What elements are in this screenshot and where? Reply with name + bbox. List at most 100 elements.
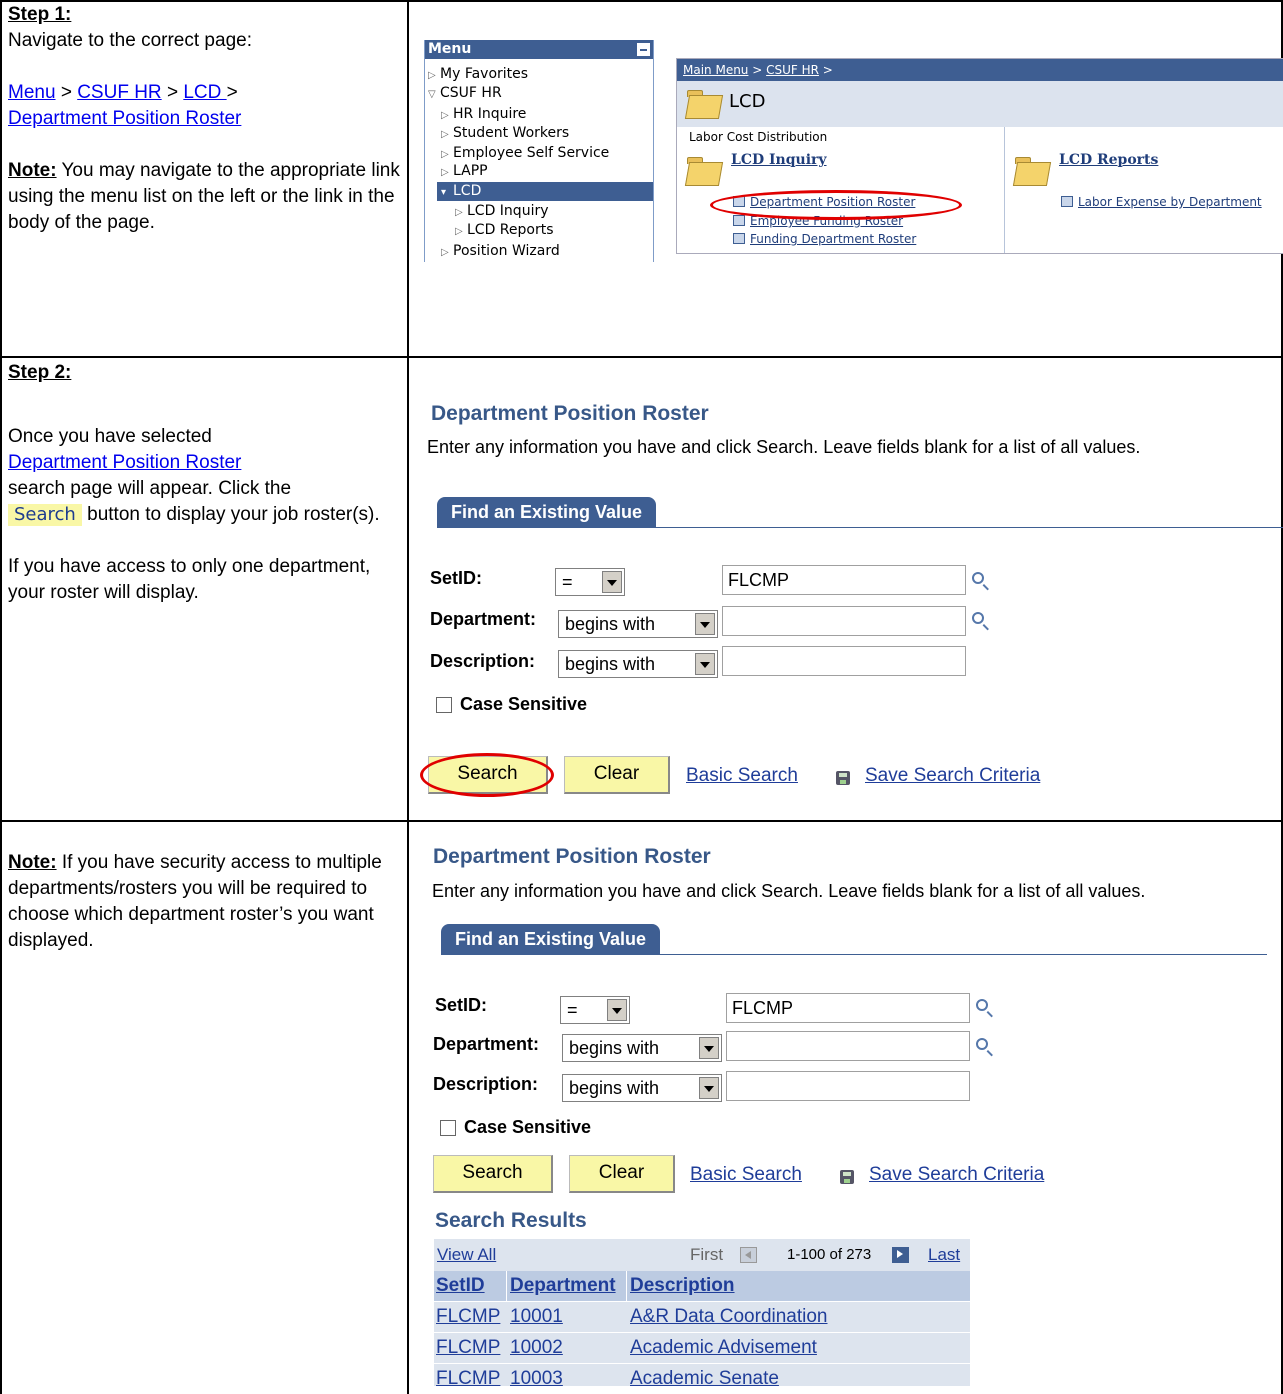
column-header-setid[interactable]: SetID	[436, 1271, 485, 1301]
breadcrumb-csuf-hr[interactable]: CSUF HR	[766, 63, 819, 77]
chevron-down-icon	[695, 613, 715, 635]
menu-item-employee-self-service[interactable]: ▷ Employee Self Service	[441, 144, 609, 163]
save-search-criteria-link[interactable]: Save Search Criteria	[865, 765, 1040, 787]
table-row[interactable]: FLCMP 10001 A&R Data Coordination	[434, 1302, 970, 1333]
save-search-criteria-link[interactable]: Save Search Criteria	[869, 1164, 1044, 1186]
setid-input[interactable]: FLCMP	[726, 993, 970, 1023]
lookup-icon[interactable]	[972, 572, 984, 584]
nav-link-department-position-roster[interactable]: Department Position Roster	[8, 108, 241, 129]
basic-search-link[interactable]: Basic Search	[686, 765, 798, 787]
menu-item-label: Employee Self Service	[453, 145, 610, 161]
menu-item-label: Student Workers	[453, 125, 570, 141]
menu-item-hr-inquire[interactable]: ▷ HR Inquire	[441, 105, 526, 124]
note-text: You may navigate to the appropriate link…	[8, 160, 400, 233]
table-row[interactable]: FLCMP 10002 Academic Advisement	[434, 1333, 970, 1364]
department-operator-select[interactable]: begins with	[558, 610, 718, 638]
cell-setid[interactable]: FLCMP	[436, 1302, 500, 1332]
clear-button[interactable]: Clear	[569, 1155, 675, 1193]
cell-description[interactable]: Academic Senate	[630, 1364, 779, 1386]
minimize-icon[interactable]	[637, 43, 650, 56]
triangle-right-icon: ▷	[428, 70, 436, 81]
description-label: Description:	[433, 1074, 539, 1094]
link-label: Labor Expense by Department	[1078, 195, 1262, 209]
step2-para2: If you have access to only one departmen…	[8, 556, 371, 603]
tab-underline	[441, 954, 1267, 955]
menu-item-position-wizard[interactable]: ▷ Position Wizard	[441, 242, 560, 261]
column-header-description[interactable]: Description	[630, 1271, 735, 1301]
menu-item-lcd-inquiry[interactable]: ▷ LCD Inquiry	[455, 202, 549, 221]
menu-item-csuf-hr[interactable]: ▽ CSUF HR	[428, 84, 502, 103]
tab-underline	[437, 527, 1283, 528]
setid-label: SetID:	[430, 568, 483, 588]
nav-link-csuf-hr[interactable]: CSUF HR	[77, 82, 161, 103]
inline-search-button-image: Search	[8, 504, 82, 526]
tab-find-existing-value[interactable]: Find an Existing Value	[437, 497, 657, 527]
menu-item-label: HR Inquire	[453, 106, 527, 122]
menu-item-my-favorites[interactable]: ▷ My Favorites	[428, 65, 528, 84]
menu-item-student-workers[interactable]: ▷ Student Workers	[441, 124, 569, 143]
link-labor-expense-by-department[interactable]: Labor Expense by Department	[1061, 195, 1262, 209]
column-header-department[interactable]: Department	[510, 1271, 616, 1301]
note-label: Note:	[8, 852, 57, 873]
menu-item-lcd-reports[interactable]: ▷ LCD Reports	[455, 221, 554, 240]
first-label: First	[690, 1245, 724, 1264]
case-sensitive-label: Case Sensitive	[464, 1117, 592, 1137]
table-row[interactable]: FLCMP 10003 Academic Senate	[434, 1364, 970, 1387]
triangle-down-icon: ▾	[441, 187, 447, 198]
nav-sep: >	[166, 82, 179, 103]
nav-link-menu[interactable]: Menu	[8, 82, 56, 103]
section-lcd-reports[interactable]: LCD Reports	[1059, 152, 1158, 168]
cell-setid[interactable]: FLCMP	[436, 1364, 500, 1386]
next-page-icon[interactable]	[892, 1247, 909, 1263]
description-input[interactable]	[722, 646, 966, 676]
view-all-link[interactable]: View All	[437, 1239, 496, 1271]
description-input[interactable]	[726, 1071, 970, 1101]
case-sensitive-checkbox[interactable]	[436, 697, 452, 713]
folder-icon	[1015, 157, 1049, 185]
search-button[interactable]: Search	[433, 1155, 553, 1193]
description-operator-select[interactable]: begins with	[558, 650, 718, 678]
select-value: begins with	[569, 1038, 660, 1058]
results-grid: View All First 1-100 of 273 Last SetID D…	[434, 1239, 970, 1387]
department-input[interactable]	[726, 1031, 970, 1061]
step1-text: Step 1: Navigate to the correct page: Me…	[8, 2, 400, 236]
setid-input[interactable]: FLCMP	[722, 565, 966, 595]
column-separator	[626, 1271, 627, 1301]
menu-item-label: My Favorites	[440, 66, 529, 82]
lookup-icon[interactable]	[976, 999, 988, 1011]
breadcrumb-main-menu[interactable]: Main Menu	[683, 63, 748, 77]
menu-item-label: LCD Reports	[467, 222, 554, 238]
department-operator-select[interactable]: begins with	[562, 1034, 722, 1062]
menu-item-lcd[interactable]: ▾ LCD	[437, 182, 653, 201]
setid-operator-select[interactable]: =	[555, 568, 625, 596]
cell-setid[interactable]: FLCMP	[436, 1333, 500, 1363]
section-lcd-inquiry[interactable]: LCD Inquiry	[731, 152, 827, 168]
setid-label: SetID:	[435, 995, 488, 1015]
link-funding-department-roster[interactable]: Funding Department Roster	[733, 232, 916, 246]
menu-item-label: CSUF HR	[440, 85, 502, 101]
basic-search-link[interactable]: Basic Search	[690, 1164, 802, 1186]
nav-link-lcd[interactable]: LCD	[183, 82, 226, 103]
cell-department[interactable]: 10002	[510, 1333, 563, 1363]
cell-department[interactable]: 10001	[510, 1302, 563, 1332]
breadcrumb-sep: >	[818, 63, 833, 77]
prev-page-icon[interactable]	[740, 1247, 757, 1263]
step1-note: Note: You may navigate to the appropriat…	[8, 158, 400, 236]
clear-button[interactable]: Clear	[564, 756, 670, 794]
lookup-icon[interactable]	[972, 612, 984, 624]
cell-description[interactable]: A&R Data Coordination	[630, 1302, 828, 1332]
description-operator-select[interactable]: begins with	[562, 1074, 722, 1102]
setid-operator-select[interactable]: =	[560, 996, 630, 1024]
lookup-icon[interactable]	[976, 1038, 988, 1050]
menu-item-lapp[interactable]: ▷ LAPP	[441, 162, 488, 181]
step2-link-department-position-roster[interactable]: Department Position Roster	[8, 452, 241, 473]
last-link[interactable]: Last	[928, 1239, 960, 1271]
cell-description[interactable]: Academic Advisement	[630, 1333, 817, 1363]
page-title: Department Position Roster	[431, 402, 709, 425]
chevron-down-icon	[699, 1037, 719, 1059]
case-sensitive-checkbox[interactable]	[440, 1120, 456, 1136]
tab-find-existing-value[interactable]: Find an Existing Value	[441, 924, 661, 954]
department-input[interactable]	[722, 606, 966, 636]
cell-department[interactable]: 10003	[510, 1364, 563, 1386]
search-results-title: Search Results	[435, 1209, 587, 1232]
